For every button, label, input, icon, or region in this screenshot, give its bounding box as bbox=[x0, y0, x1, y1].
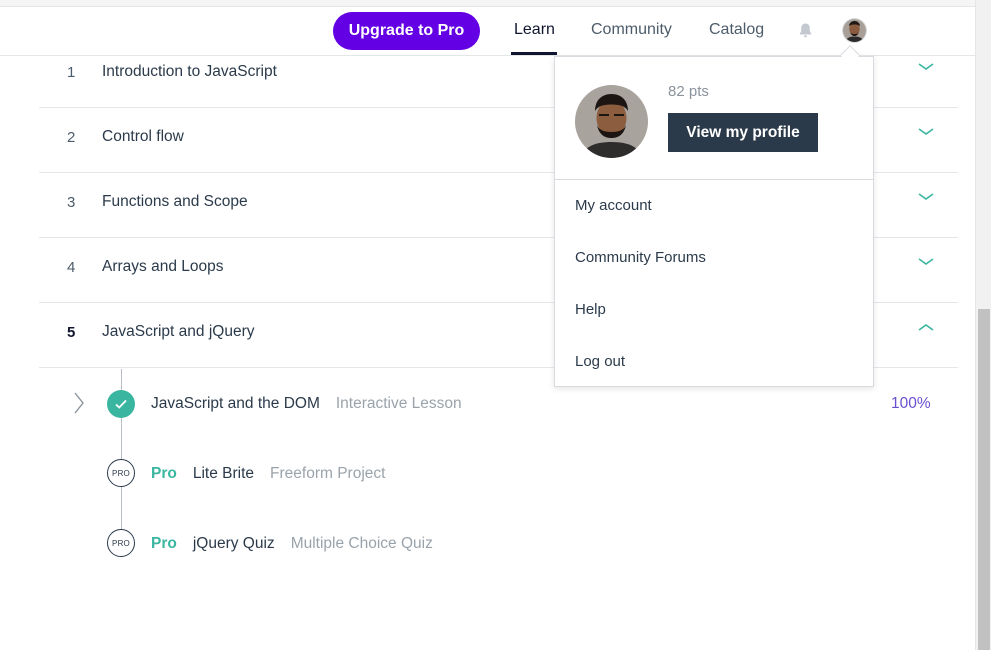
lesson-type: Freeform Project bbox=[270, 465, 386, 482]
chevron-down-icon bbox=[918, 128, 934, 135]
nav-learn-link[interactable]: Learn bbox=[514, 21, 555, 39]
chevron-up-icon bbox=[918, 324, 934, 331]
module-number: 4 bbox=[67, 259, 76, 276]
nav-catalog-link[interactable]: Catalog bbox=[709, 21, 764, 39]
chevron-right-icon[interactable] bbox=[73, 392, 85, 414]
module-number: 3 bbox=[67, 194, 76, 211]
chevron-down-icon bbox=[918, 193, 934, 200]
lesson-row-2[interactable]: Pro Lite Brite Freeform Project bbox=[151, 465, 385, 485]
user-avatar[interactable] bbox=[843, 19, 866, 42]
scrollbar-thumb[interactable] bbox=[978, 309, 990, 650]
pro-label: Pro bbox=[151, 535, 177, 552]
pro-badge-icon: PRO bbox=[107, 459, 135, 487]
check-icon bbox=[107, 390, 135, 418]
profile-dropdown: 82 pts View my profile My account Commun… bbox=[554, 56, 874, 387]
menu-item-help[interactable]: Help bbox=[575, 301, 606, 318]
module-title: Arrays and Loops bbox=[102, 258, 224, 275]
module-title: Control flow bbox=[102, 128, 184, 145]
lesson-row-3[interactable]: Pro jQuery Quiz Multiple Choice Quiz bbox=[151, 535, 433, 555]
menu-item-community-forums[interactable]: Community Forums bbox=[575, 249, 706, 266]
dropdown-divider bbox=[555, 179, 873, 180]
module-number: 5 bbox=[67, 324, 76, 341]
nav-community-link[interactable]: Community bbox=[591, 21, 672, 39]
chevron-down-icon bbox=[918, 63, 934, 70]
lesson-progress: 100% bbox=[891, 395, 931, 412]
pro-badge-icon: PRO bbox=[107, 529, 135, 557]
pro-label: Pro bbox=[151, 465, 177, 482]
page-scrollbar[interactable] bbox=[975, 0, 991, 650]
module-title: JavaScript and jQuery bbox=[102, 323, 255, 340]
bell-icon[interactable] bbox=[797, 22, 814, 39]
lesson-title: JavaScript and the DOM bbox=[151, 395, 320, 412]
module-title: Introduction to JavaScript bbox=[102, 63, 277, 80]
points-count: 82 pts bbox=[668, 83, 709, 100]
module-number: 1 bbox=[67, 64, 76, 81]
module-title: Functions and Scope bbox=[102, 193, 248, 210]
module-number: 2 bbox=[67, 129, 76, 146]
lesson-title: Lite Brite bbox=[192, 465, 255, 482]
lesson-type: Multiple Choice Quiz bbox=[290, 535, 433, 552]
view-profile-button[interactable]: View my profile bbox=[668, 113, 818, 152]
lesson-title: jQuery Quiz bbox=[192, 535, 275, 552]
chevron-down-icon bbox=[918, 258, 934, 265]
menu-item-my-account[interactable]: My account bbox=[575, 197, 652, 214]
menu-item-log-out[interactable]: Log out bbox=[575, 353, 625, 370]
lesson-row-1[interactable]: JavaScript and the DOM Interactive Lesso… bbox=[151, 395, 462, 415]
lesson-type: Interactive Lesson bbox=[335, 395, 462, 412]
profile-avatar[interactable] bbox=[575, 85, 648, 158]
